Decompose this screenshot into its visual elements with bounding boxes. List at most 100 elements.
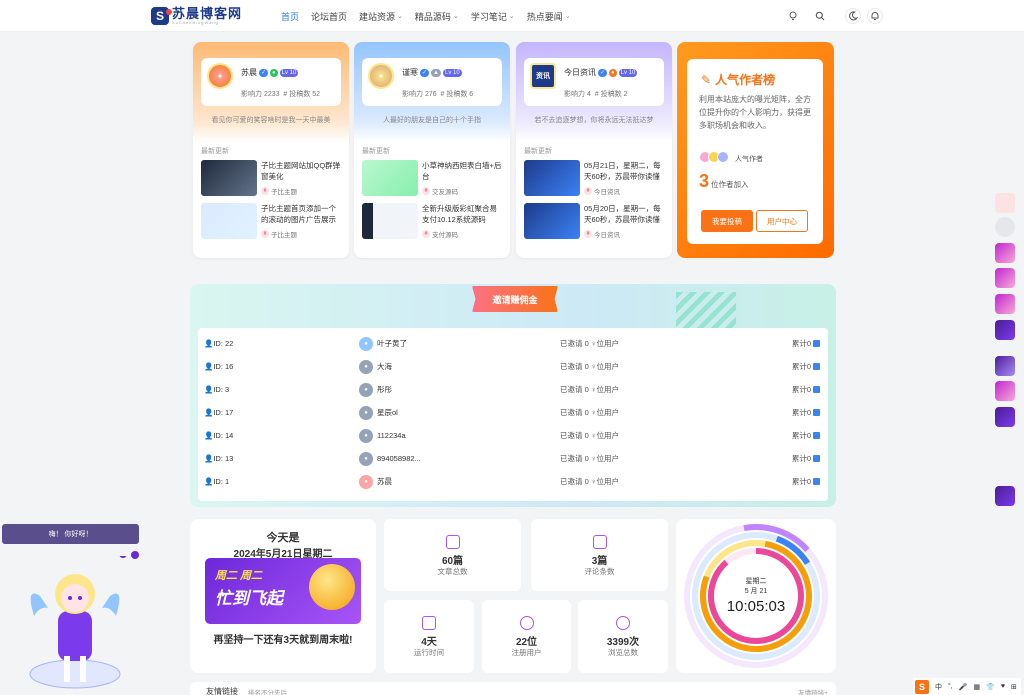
avatar[interactable]: ● [368,63,394,89]
avatar[interactable] [717,151,729,163]
post-title[interactable]: 子比主题网站加QQ群弹窗美化 [261,160,341,182]
post-title[interactable]: 05月20日，星期一，每天60秒，苏晨带你读懂 [584,203,664,225]
post-item[interactable]: 全新升级版彩虹聚合易支付10.12系统源码 # 支付源码 [362,203,502,241]
settings-icon[interactable] [131,551,139,559]
post-thumbnail[interactable] [524,160,580,196]
nav-study-notes[interactable]: 学习笔记 ⌄ [471,10,515,23]
row-user[interactable]: ● 星辰ol [359,405,398,420]
category-icon: # [261,230,269,238]
microphone-icon[interactable]: 🎤 [959,683,968,691]
user-card: ● 谨寒 ✓ ▲ Lv 10 影响力 276 # 投稿数 6 人最好的朋友是自己的十个… [354,42,510,258]
post-category[interactable]: 今日资讯 [594,229,620,239]
side-button[interactable] [995,381,1015,401]
mascot-character[interactable] [20,556,130,695]
post-category[interactable]: 子比主题 [271,186,297,196]
nav-forum[interactable]: 论坛首页 [311,10,347,23]
post-category[interactable]: 子比主题 [271,229,297,239]
toolbox-icon[interactable]: ⊞ [1011,683,1017,691]
avatar[interactable]: ● [359,336,373,351]
punctuation-icon[interactable]: °, [948,683,953,690]
clock-card: 星期二 5 月 21 10:05:03 [676,519,836,673]
level-badge: Lv 10 [279,68,299,77]
post-thumbnail[interactable] [201,203,257,239]
stat-card-comments: 3篇 评论条数 [531,519,668,591]
chinese-mode-icon[interactable]: 中 [935,682,942,692]
chevron-up-icon[interactable] [995,320,1015,340]
nav-site-resources[interactable]: 建站资源 ⌄ [359,10,403,23]
avatar[interactable]: ● [359,428,373,443]
post-item[interactable]: 子比主题首页添加一个的滚动的图片广告展示 # 子比主题 [201,203,341,241]
menu-icon[interactable] [995,486,1015,506]
moon-icon[interactable] [845,8,861,24]
friend-links-more[interactable]: 友情链接+ [798,687,828,695]
post-title[interactable]: 子比主题首页添加一个的滚动的图片广告展示 [261,203,341,225]
row-user[interactable]: ● 大海 [359,359,392,374]
avatar[interactable]: ● [359,474,373,489]
skin-icon[interactable]: 👕 [986,683,995,691]
avatar[interactable]: ● [359,405,373,420]
chevron-up-icon[interactable] [995,407,1015,427]
post-item[interactable]: 05月21日，星期二，每天60秒，苏晨带你读懂 # 今日资讯 [524,160,664,198]
friend-links-bar: 友情链接 排名不分先后 友情链接+ [190,682,836,695]
post-thumbnail[interactable] [201,160,257,196]
keyboard-icon[interactable]: ▦ [973,683,980,691]
post-category[interactable]: 支付源码 [432,229,458,239]
user-card: ● 苏晨 ✓ ● Lv 10 影响力 2233 # 投稿数 52 看见你可爱的笑容啥时… [193,42,349,258]
today-banner-image: 周二 周二 忙到飞起 [205,558,361,624]
bell-icon[interactable] [867,8,883,24]
avatar[interactable]: ● [359,451,373,466]
table-row: 👤ID: 3 ● 彤彤 已邀请 0 ♀位用户 累计0 [198,378,828,401]
post-item[interactable]: 05月20日，星期一，每天60秒，苏晨带你读懂 # 今日资讯 [524,203,664,241]
avatar[interactable]: ● [359,359,373,374]
user-name[interactable]: 苏晨 ✓ ● Lv 10 [241,67,299,78]
heart-icon[interactable]: ♥ [1001,683,1005,690]
side-button[interactable] [995,243,1015,263]
submit-post-button[interactable]: 我要投稿 [701,210,753,232]
post-thumbnail[interactable] [362,160,418,196]
nav-source-code[interactable]: 精品源码 ⌄ [415,10,459,23]
row-user[interactable]: ● 112234a [359,428,406,443]
post-item[interactable]: 小草神纳西妲表白墙+后台 # 交友源码 [362,160,502,198]
add-icon[interactable] [995,217,1015,237]
post-title[interactable]: 小草神纳西妲表白墙+后台 [422,160,502,182]
moon-icon[interactable] [995,356,1015,376]
avatar[interactable]: ● [359,382,373,397]
bulb-icon[interactable] [785,8,801,24]
search-icon[interactable] [812,8,828,24]
banner-text: 周二 周二 [215,570,263,582]
row-id: 👤ID: 17 [204,408,234,417]
user-icon [519,616,534,630]
ranking-desc: 利用本站庞大的曝光矩阵，全方位提升你的个人影响力，获得更多职场机会和收入。 [699,95,811,130]
main-nav: 首页 论坛首页 建站资源 ⌄ 精品源码 ⌄ 学习笔记 ⌄ 热点要闻 ⌄ [281,0,571,32]
row-user[interactable]: ● 叶子黄了 [359,336,407,351]
side-button[interactable] [995,268,1015,288]
nav-home[interactable]: 首页 [281,10,299,23]
avatar[interactable]: ● [207,63,233,89]
site-logo[interactable]: S 苏晨博客网 SuChenBlogWang [151,6,242,26]
user-stats: 影响力 2233 # 投稿数 52 [241,91,320,98]
row-invited: 已邀请 0 ♀位用户 [560,339,619,348]
post-category[interactable]: 交友源码 [432,186,458,196]
gift-icon[interactable] [995,193,1015,213]
sogou-icon[interactable]: S [915,679,929,694]
post-item[interactable]: 子比主题网站加QQ群弹窗美化 # 子比主题 [201,160,341,198]
post-thumbnail[interactable] [524,203,580,239]
post-title[interactable]: 全新升级版彩虹聚合易支付10.12系统源码 [422,203,502,225]
user-name[interactable]: 谨寒 ✓ ▲ Lv 10 [402,67,462,78]
user-center-button[interactable]: 用户中心 [756,210,808,232]
post-category[interactable]: 今日资讯 [594,186,620,196]
row-user[interactable]: ● 894058982... [359,451,421,466]
author-avatars[interactable] [699,151,729,163]
avatar[interactable]: 资讯 [530,63,556,89]
post-thumbnail[interactable] [362,203,418,239]
logo-icon: S [151,7,172,25]
row-id: 👤ID: 1 [204,477,230,486]
users-icon [616,616,630,630]
nav-hot-news[interactable]: 热点要闻 ⌄ [527,10,571,23]
side-button[interactable] [995,294,1015,314]
user-motto: 看见你可爱的笑容啥时是我一天中最美 [211,117,331,124]
row-user[interactable]: ● 彤彤 [359,382,392,397]
row-user[interactable]: ● 苏晨 [359,474,392,489]
post-title[interactable]: 05月21日，星期二，每天60秒，苏晨带你读懂 [584,160,664,182]
user-name[interactable]: 今日资讯 ✓ ● Lv 10 [564,67,638,78]
